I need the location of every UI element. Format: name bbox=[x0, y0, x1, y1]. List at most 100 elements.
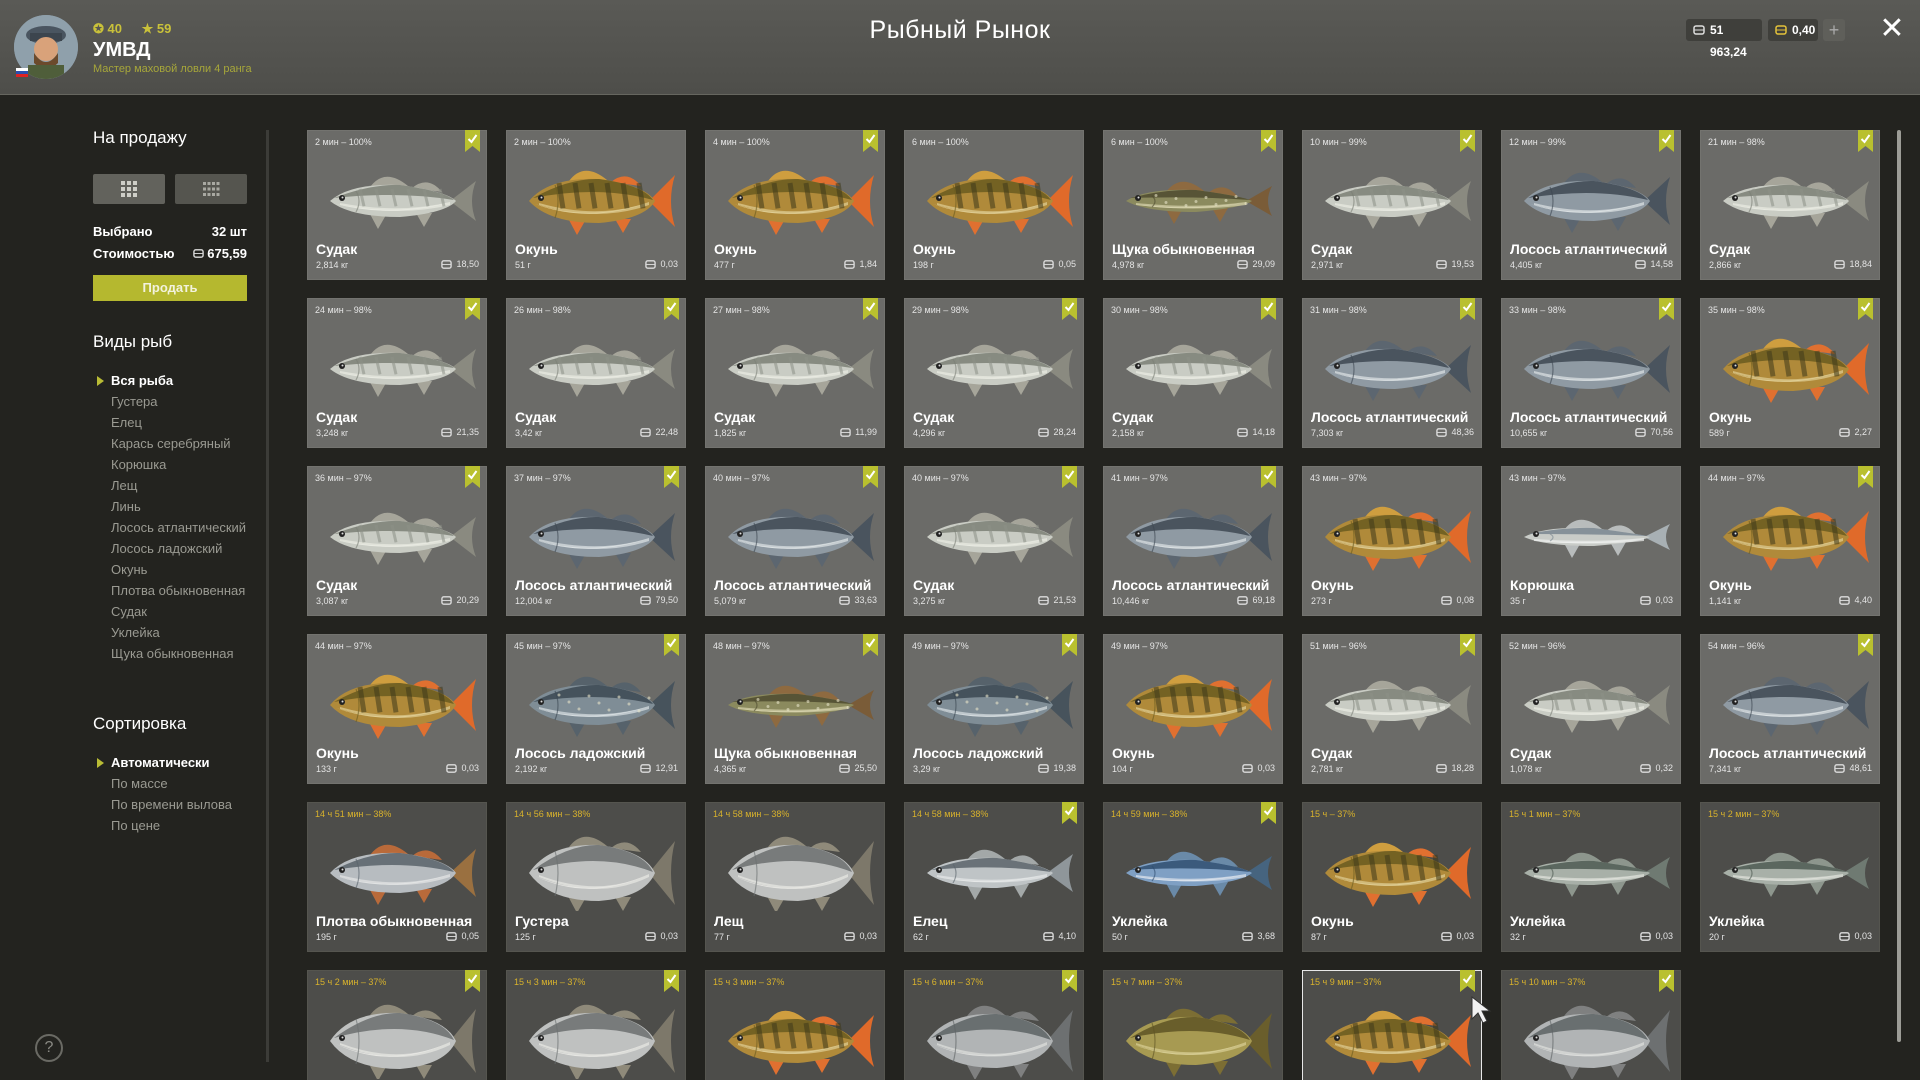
fish-card[interactable]: 30 мин – 98% Судак 2,158 кг 14,18 bbox=[1103, 298, 1283, 448]
fish-card[interactable]: 44 мин – 97% Окунь 133 г 0,03 bbox=[307, 634, 487, 784]
fish-card[interactable]: 41 мин – 97% Лосось атлантический 10,446 к… bbox=[1103, 466, 1283, 616]
fish-card[interactable]: 15 ч 7 мин – 37% bbox=[1103, 970, 1283, 1080]
species-filter-item[interactable]: Корюшка bbox=[111, 458, 261, 472]
selected-bookmark-icon[interactable] bbox=[465, 298, 480, 320]
fish-card[interactable]: 31 мин – 98% Лосось атлантический 7,303 кг… bbox=[1302, 298, 1482, 448]
species-filter-item[interactable]: Карась серебряный bbox=[111, 437, 261, 451]
selected-bookmark-icon[interactable] bbox=[1659, 970, 1674, 992]
selected-bookmark-icon[interactable] bbox=[1858, 466, 1873, 488]
selected-bookmark-icon[interactable] bbox=[863, 298, 878, 320]
grid-view-large-button[interactable] bbox=[93, 174, 165, 204]
selected-bookmark-icon[interactable] bbox=[465, 130, 480, 152]
species-filter-item[interactable]: Вся рыба bbox=[97, 374, 261, 388]
fish-card[interactable]: 15 ч 2 мин – 37% Уклейка 20 г 0,03 bbox=[1700, 802, 1880, 952]
fish-card[interactable]: 44 мин – 97% Окунь 1,141 кг 4,40 bbox=[1700, 466, 1880, 616]
fish-card[interactable]: 14 ч 58 мин – 38% Елец 62 г 4,10 bbox=[904, 802, 1084, 952]
selected-bookmark-icon[interactable] bbox=[1062, 634, 1077, 656]
sort-option-item[interactable]: По времени вылова bbox=[111, 798, 261, 812]
fish-card[interactable]: 14 ч 51 мин – 38% Плотва обыкновенная 195 … bbox=[307, 802, 487, 952]
selected-bookmark-icon[interactable] bbox=[465, 466, 480, 488]
fish-card[interactable]: 14 ч 58 мин – 38% Лещ 77 г 0,03 bbox=[705, 802, 885, 952]
grid-view-small-button[interactable] bbox=[175, 174, 247, 204]
fish-card[interactable]: 15 ч 3 мин – 37% bbox=[705, 970, 885, 1080]
fish-card[interactable]: 10 мин – 99% Судак 2,971 кг 19,53 bbox=[1302, 130, 1482, 280]
fish-card[interactable]: 37 мин – 97% Лосось атлантический 12,004 к… bbox=[506, 466, 686, 616]
selected-bookmark-icon[interactable] bbox=[1858, 130, 1873, 152]
sort-option-item[interactable]: По массе bbox=[111, 777, 261, 791]
selected-bookmark-icon[interactable] bbox=[1062, 298, 1077, 320]
selected-bookmark-icon[interactable] bbox=[664, 634, 679, 656]
fish-card[interactable]: 21 мин – 98% Судак 2,866 кг 18,84 bbox=[1700, 130, 1880, 280]
fish-card[interactable]: 15 ч – 37% Окунь 87 г 0,03 bbox=[1302, 802, 1482, 952]
selected-bookmark-icon[interactable] bbox=[664, 298, 679, 320]
fish-card[interactable]: 40 мин – 97% Судак 3,275 кг 21,53 bbox=[904, 466, 1084, 616]
species-filter-item[interactable]: Плотва обыкновенная bbox=[111, 584, 261, 598]
fish-card[interactable]: 33 мин – 98% Лосось атлантический 10,655 к… bbox=[1501, 298, 1681, 448]
fish-card[interactable]: 48 мин – 97% Щука обыкновенная 4,365 кг 25,… bbox=[705, 634, 885, 784]
fish-card[interactable]: 2 мин – 100% Окунь 51 г 0,03 bbox=[506, 130, 686, 280]
species-filter-item[interactable]: Лосось атлантический bbox=[111, 521, 261, 535]
fish-card[interactable]: 2 мин – 100% Судак 2,814 кг 18,50 bbox=[307, 130, 487, 280]
selected-bookmark-icon[interactable] bbox=[1460, 634, 1475, 656]
selected-bookmark-icon[interactable] bbox=[1261, 130, 1276, 152]
fish-card[interactable]: 40 мин – 97% Лосось атлантический 5,079 кг… bbox=[705, 466, 885, 616]
fish-card[interactable]: 45 мин – 97% Лосось ладожский 2,192 кг 12,9… bbox=[506, 634, 686, 784]
fish-card[interactable]: 15 ч 6 мин – 37% bbox=[904, 970, 1084, 1080]
selected-bookmark-icon[interactable] bbox=[1062, 466, 1077, 488]
species-filter-item[interactable]: Лосось ладожский bbox=[111, 542, 261, 556]
fish-card[interactable]: 52 мин – 96% Судак 1,078 кг 0,32 bbox=[1501, 634, 1681, 784]
species-filter-item[interactable]: Лещ bbox=[111, 479, 261, 493]
fish-card[interactable]: 15 ч 2 мин – 37% bbox=[307, 970, 487, 1080]
fish-card[interactable]: 49 мин – 97% Окунь 104 г 0,03 bbox=[1103, 634, 1283, 784]
selected-bookmark-icon[interactable] bbox=[1261, 466, 1276, 488]
fish-card[interactable]: 26 мин – 98% Судак 3,42 кг 22,48 bbox=[506, 298, 686, 448]
selected-bookmark-icon[interactable] bbox=[1460, 298, 1475, 320]
selected-bookmark-icon[interactable] bbox=[863, 634, 878, 656]
species-filter-item[interactable]: Окунь bbox=[111, 563, 261, 577]
fish-card[interactable]: 27 мин – 98% Судак 1,825 кг 11,99 bbox=[705, 298, 885, 448]
selected-bookmark-icon[interactable] bbox=[1659, 298, 1674, 320]
sell-button[interactable]: Продать bbox=[93, 275, 247, 301]
fish-card[interactable]: 36 мин – 97% Судак 3,087 кг 20,29 bbox=[307, 466, 487, 616]
selected-bookmark-icon[interactable] bbox=[1261, 298, 1276, 320]
species-filter-item[interactable]: Уклейка bbox=[111, 626, 261, 640]
fish-card[interactable]: 14 ч 59 мин – 38% Уклейка 50 г 3,68 bbox=[1103, 802, 1283, 952]
fish-card[interactable]: 51 мин – 96% Судак 2,781 кг 18,28 bbox=[1302, 634, 1482, 784]
selected-bookmark-icon[interactable] bbox=[465, 970, 480, 992]
species-filter-item[interactable]: Линь bbox=[111, 500, 261, 514]
selected-bookmark-icon[interactable] bbox=[1062, 802, 1077, 824]
selected-bookmark-icon[interactable] bbox=[664, 466, 679, 488]
close-button[interactable]: ✕ bbox=[1877, 14, 1907, 44]
fish-card[interactable]: 15 ч 3 мин – 37% bbox=[506, 970, 686, 1080]
fish-card[interactable]: 14 ч 56 мин – 38% Густера 125 г 0,03 bbox=[506, 802, 686, 952]
species-filter-item[interactable]: Судак bbox=[111, 605, 261, 619]
selected-bookmark-icon[interactable] bbox=[863, 466, 878, 488]
fish-card[interactable]: 15 ч 1 мин – 37% Уклейка 32 г 0,03 bbox=[1501, 802, 1681, 952]
fish-card[interactable]: 54 мин – 96% Лосось атлантический 7,341 кг… bbox=[1700, 634, 1880, 784]
selected-bookmark-icon[interactable] bbox=[863, 130, 878, 152]
fish-card[interactable]: 49 мин – 97% Лосось ладожский 3,29 кг 19,38 bbox=[904, 634, 1084, 784]
fish-card[interactable]: 6 мин – 100% Окунь 198 г 0,05 bbox=[904, 130, 1084, 280]
selected-bookmark-icon[interactable] bbox=[1062, 970, 1077, 992]
species-filter-item[interactable]: Густера bbox=[111, 395, 261, 409]
help-button[interactable]: ? bbox=[35, 1034, 63, 1062]
selected-bookmark-icon[interactable] bbox=[1858, 634, 1873, 656]
species-filter-item[interactable]: Щука обыкновенная bbox=[111, 647, 261, 661]
fish-card[interactable]: 43 мин – 97% Корюшка 35 г 0,03 bbox=[1501, 466, 1681, 616]
selected-bookmark-icon[interactable] bbox=[664, 970, 679, 992]
selected-bookmark-icon[interactable] bbox=[1261, 802, 1276, 824]
fish-card[interactable]: 29 мин – 98% Судак 4,296 кг 28,24 bbox=[904, 298, 1084, 448]
add-currency-button[interactable]: + bbox=[1823, 19, 1845, 41]
fish-card[interactable]: 24 мин – 98% Судак 3,248 кг 21,35 bbox=[307, 298, 487, 448]
selected-bookmark-icon[interactable] bbox=[1460, 130, 1475, 152]
selected-bookmark-icon[interactable] bbox=[1858, 298, 1873, 320]
fish-card[interactable]: 43 мин – 97% Окунь 273 г 0,08 bbox=[1302, 466, 1482, 616]
fish-card[interactable]: 4 мин – 100% Окунь 477 г 1,84 bbox=[705, 130, 885, 280]
species-filter-item[interactable]: Елец bbox=[111, 416, 261, 430]
fish-card[interactable]: 15 ч 9 мин – 37% bbox=[1302, 970, 1482, 1080]
sort-option-item[interactable]: Автоматически bbox=[97, 756, 261, 770]
sort-option-item[interactable]: По цене bbox=[111, 819, 261, 833]
selected-bookmark-icon[interactable] bbox=[1659, 130, 1674, 152]
fish-card[interactable]: 15 ч 10 мин – 37% bbox=[1501, 970, 1681, 1080]
fish-card[interactable]: 6 мин – 100% Щука обыкновенная 4,978 кг 29,… bbox=[1103, 130, 1283, 280]
